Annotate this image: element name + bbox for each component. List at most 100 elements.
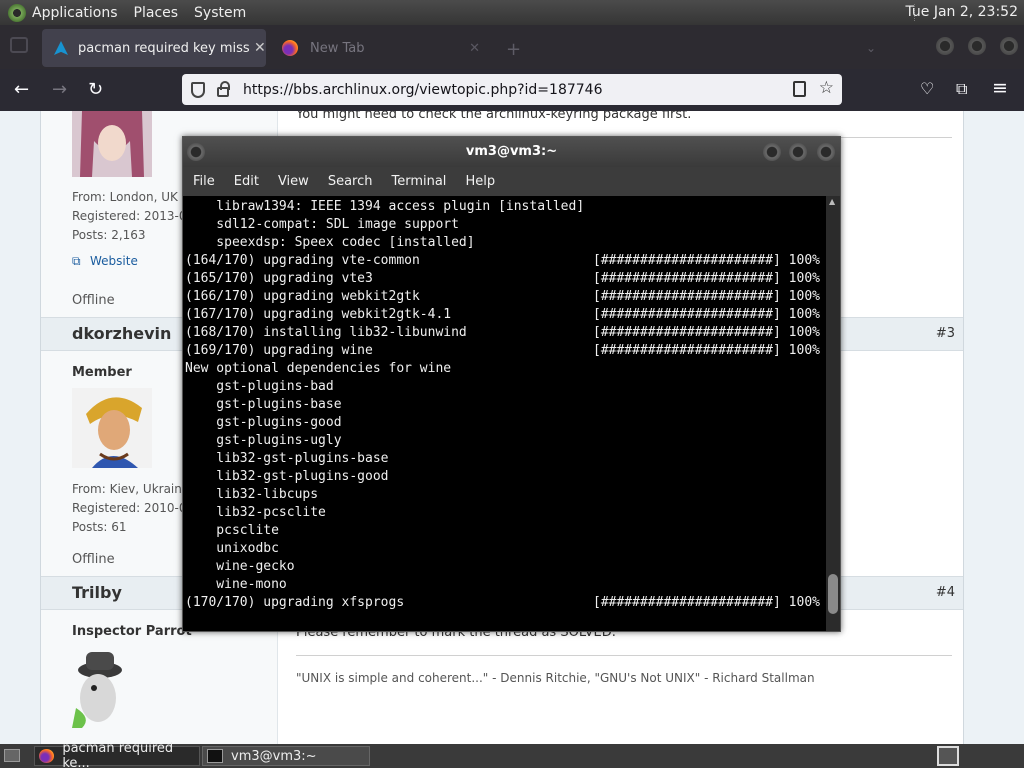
scroll-up-arrow-icon[interactable]: ▲ bbox=[829, 197, 835, 206]
lock-icon[interactable] bbox=[217, 81, 230, 97]
terminal-line-text: unixodbc bbox=[185, 541, 279, 556]
terminal-line-text: (165/170) upgrading vte3 bbox=[185, 271, 373, 286]
terminal-line: (166/170) upgrading webkit2gtk [#########… bbox=[185, 288, 820, 306]
terminal-line: libraw1394: IEEE 1394 access plugin [ins… bbox=[185, 198, 584, 216]
terminal-line-text: lib32-libcups bbox=[185, 487, 319, 502]
tab-pacman-required-key[interactable]: pacman required key missing ✕ bbox=[42, 29, 266, 67]
terminal-menu-help[interactable]: Help bbox=[465, 174, 495, 189]
post-2-website-link[interactable]: Website bbox=[90, 254, 138, 268]
terminal-line-text: sdl12-compat: SDL image support bbox=[185, 217, 459, 232]
post-3-number[interactable]: #3 bbox=[936, 326, 955, 341]
terminal-line: (165/170) upgrading vte3 [###############… bbox=[185, 270, 820, 288]
browser-nav-bar: ← → ↻ https://bbs.archlinux.org/viewtopi… bbox=[0, 69, 1024, 111]
workspace-switcher[interactable] bbox=[937, 746, 959, 766]
post-4-signature: "UNIX is simple and coherent..." - Denni… bbox=[296, 671, 815, 685]
terminal-line: gst-plugins-bad bbox=[185, 378, 334, 396]
terminal-line-text: pcsclite bbox=[185, 523, 279, 538]
terminal-title: vm3@vm3:~ bbox=[465, 144, 558, 159]
distro-logo-icon[interactable] bbox=[8, 3, 26, 22]
extensions-icon[interactable]: ⧉ bbox=[956, 79, 967, 99]
maximize-window-icon[interactable] bbox=[968, 37, 986, 55]
terminal-line: lib32-libcups bbox=[185, 486, 318, 504]
terminal-line: New optional dependencies for wine bbox=[185, 360, 451, 378]
tab-list-chevron-icon[interactable]: ⌄ bbox=[866, 41, 876, 55]
reload-icon[interactable]: ↻ bbox=[88, 79, 103, 100]
hamburger-menu-icon[interactable]: ≡ bbox=[992, 77, 1008, 99]
terminal-menu-view[interactable]: View bbox=[278, 174, 309, 189]
post-3-author[interactable]: dkorzhevin bbox=[72, 324, 171, 343]
close-window-icon[interactable] bbox=[1000, 37, 1018, 55]
url-text[interactable]: https://bbs.archlinux.org/viewtopic.php?… bbox=[243, 82, 602, 98]
terminal-line-text: gst-plugins-good bbox=[185, 415, 342, 430]
sidebar-toggle-icon[interactable] bbox=[10, 37, 28, 53]
terminal-line-text: lib32-pcsclite bbox=[185, 505, 326, 520]
tab-title: pacman required key missing bbox=[78, 40, 250, 56]
tab-close-icon[interactable]: ✕ bbox=[254, 40, 266, 56]
back-arrow-icon[interactable]: ← bbox=[14, 79, 29, 100]
post-4-author[interactable]: Trilby bbox=[72, 583, 122, 602]
post-3-registered: Registered: 2010-04 bbox=[72, 501, 195, 515]
terminal-menu-search[interactable]: Search bbox=[328, 174, 373, 189]
terminal-menu-edit[interactable]: Edit bbox=[234, 174, 259, 189]
terminal-line-text: (164/170) upgrading vte-common bbox=[185, 253, 420, 268]
terminal-icon bbox=[207, 749, 223, 763]
terminal-line: (168/170) installing lib32-libunwind [###… bbox=[185, 324, 820, 342]
menu-system[interactable]: System bbox=[194, 5, 246, 21]
terminal-scrollbar[interactable]: ▲ bbox=[826, 196, 840, 631]
url-bar[interactable]: https://bbs.archlinux.org/viewtopic.php?… bbox=[182, 74, 842, 105]
bookmark-star-icon[interactable]: ☆ bbox=[819, 78, 834, 98]
new-tab-plus-icon[interactable]: + bbox=[506, 39, 521, 60]
taskbar-item-terminal[interactable]: vm3@vm3:~ bbox=[202, 746, 370, 766]
show-desktop-icon[interactable] bbox=[4, 749, 20, 762]
terminal-line: (170/170) upgrading xfsprogs [###########… bbox=[185, 594, 820, 612]
terminal-line-text: wine-gecko bbox=[185, 559, 295, 574]
browser-tab-strip: pacman required key missing ✕ New Tab ✕ … bbox=[0, 25, 1024, 69]
taskbar-item-label: pacman required ke... bbox=[62, 741, 174, 768]
terminal-line: pcsclite bbox=[185, 522, 279, 540]
terminal-menu-file[interactable]: File bbox=[193, 174, 215, 189]
minimize-window-icon[interactable] bbox=[763, 143, 781, 161]
avatar-post-2 bbox=[72, 111, 152, 177]
minimize-window-icon[interactable] bbox=[936, 37, 954, 55]
post-2-text: You might need to check the archlinux-ke… bbox=[296, 111, 692, 122]
forward-arrow-icon[interactable]: → bbox=[52, 79, 67, 100]
terminal-line-text: gst-plugins-bad bbox=[185, 379, 334, 394]
terminal-window[interactable]: vm3@vm3:~ File Edit View Search Terminal… bbox=[182, 136, 841, 632]
terminal-menu-terminal[interactable]: Terminal bbox=[391, 174, 446, 189]
firefox-icon bbox=[282, 40, 298, 56]
post-2-registered: Registered: 2013-06 bbox=[72, 209, 195, 223]
terminal-line-text: (166/170) upgrading webkit2gtk bbox=[185, 289, 420, 304]
terminal-line-text: (167/170) upgrading webkit2gtk-4.1 bbox=[185, 307, 452, 322]
maximize-window-icon[interactable] bbox=[789, 143, 807, 161]
tracking-protection-shield-icon[interactable] bbox=[191, 81, 205, 98]
window-menu-icon[interactable] bbox=[187, 143, 205, 161]
post-2-posts: Posts: 2,163 bbox=[72, 228, 146, 242]
menu-places[interactable]: Places bbox=[134, 5, 179, 21]
tab-close-icon[interactable]: ✕ bbox=[469, 41, 480, 56]
tab-new-tab[interactable]: New Tab ✕ bbox=[272, 29, 492, 67]
tab-title: New Tab bbox=[310, 40, 365, 56]
terminal-line: gst-plugins-base bbox=[185, 396, 341, 414]
reader-view-icon[interactable] bbox=[793, 81, 806, 97]
post-3-from: From: Kiev, Ukraine bbox=[72, 482, 190, 496]
taskbar-item-firefox[interactable]: pacman required ke... bbox=[34, 741, 200, 768]
menu-applications[interactable]: Applications bbox=[32, 5, 118, 21]
terminal-line-text: lib32-gst-plugins-base bbox=[185, 451, 389, 466]
terminal-line: lib32-gst-plugins-good bbox=[185, 468, 388, 486]
post-4-number[interactable]: #4 bbox=[936, 585, 955, 600]
signature-divider bbox=[296, 655, 952, 656]
panel-clock[interactable]: Tue Jan 2, 23:52 bbox=[905, 4, 1018, 20]
terminal-titlebar[interactable]: vm3@vm3:~ bbox=[183, 137, 840, 167]
taskbar-item-label: vm3@vm3:~ bbox=[231, 748, 317, 764]
progress-bar-text: [######################] 100% bbox=[593, 289, 820, 304]
terminal-line: (169/170) upgrading wine [###############… bbox=[185, 342, 820, 360]
pocket-icon[interactable]: ♡ bbox=[920, 79, 934, 98]
close-window-icon[interactable] bbox=[817, 143, 835, 161]
avatar-post-4 bbox=[72, 648, 128, 728]
progress-bar-text: [######################] 100% bbox=[593, 271, 820, 286]
external-link-icon: ⧉ bbox=[72, 254, 81, 268]
terminal-output[interactable]: libraw1394: IEEE 1394 access plugin [ins… bbox=[185, 196, 826, 631]
terminal-line: unixodbc bbox=[185, 540, 279, 558]
terminal-line: (167/170) upgrading webkit2gtk-4.1 [#####… bbox=[185, 306, 820, 324]
scrollbar-thumb[interactable] bbox=[828, 574, 838, 614]
